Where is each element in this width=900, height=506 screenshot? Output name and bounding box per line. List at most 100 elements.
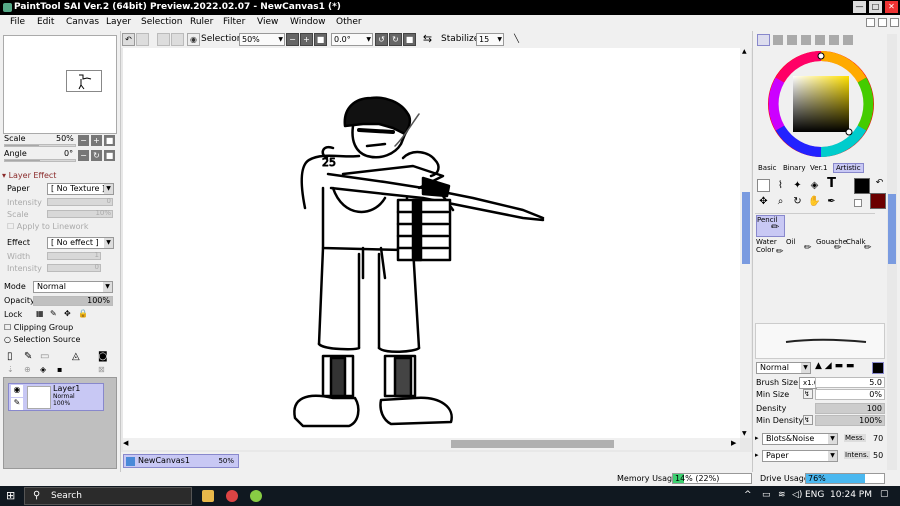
lasso-icon[interactable]: ⌇ — [774, 179, 787, 192]
bucket-icon[interactable]: ◈ — [808, 179, 821, 192]
pressure-size-icon[interactable]: ↯ — [803, 389, 813, 399]
new-layer-icon[interactable]: ▯ — [7, 351, 13, 362]
scroll-up-icon[interactable]: ▲ — [742, 48, 747, 55]
hand-icon[interactable]: ✋ — [808, 195, 821, 208]
line-tool-icon[interactable]: ╲ — [510, 33, 523, 46]
transfer-down-icon[interactable]: ⇣ — [7, 365, 14, 374]
mixer-mode-icon[interactable] — [843, 35, 853, 45]
panel-toggle-icon[interactable] — [878, 18, 887, 27]
brush-size-slider[interactable]: 5.0 — [815, 377, 885, 388]
right-panel-scrollbar[interactable] — [887, 34, 897, 470]
expand-arrow-icon[interactable]: ▸ — [755, 451, 759, 459]
navigator[interactable] — [3, 35, 117, 134]
color-tab-ver1[interactable]: Ver.1 — [810, 164, 827, 172]
swatch-mode-icon[interactable] — [801, 35, 811, 45]
color-tab-artistic[interactable]: Artistic — [833, 163, 864, 173]
angle-reset-button[interactable]: ■ — [104, 150, 115, 161]
palette-mode-icon[interactable] — [829, 35, 839, 45]
zoom-in-button[interactable]: + — [300, 33, 313, 46]
color-wheel-mode-icon[interactable] — [757, 34, 770, 46]
scale-plus-button[interactable]: + — [91, 135, 102, 146]
scroll-right-icon[interactable]: ▶ — [731, 439, 736, 447]
secondary-color-swatch[interactable] — [870, 193, 886, 209]
wifi-icon[interactable]: ≋ — [778, 490, 786, 500]
clock[interactable]: 10:24 PM — [830, 490, 872, 500]
min-size-slider[interactable]: 0% — [815, 389, 885, 400]
panel-toggle-icon[interactable] — [890, 18, 899, 27]
paper-texture-dropdown[interactable]: [ No Texture ] ▼ — [47, 183, 114, 195]
menu-layer[interactable]: Layer — [106, 17, 131, 27]
menu-file[interactable]: File — [10, 17, 25, 27]
language-indicator[interactable]: ENG — [805, 490, 824, 500]
texture-scale-slider[interactable]: 10% — [47, 209, 113, 218]
brush-blend-mode-dropdown[interactable]: Normal ▼ — [756, 362, 811, 374]
zoom-out-button[interactable]: − — [286, 33, 299, 46]
intensity-slider[interactable]: 0 — [47, 197, 113, 206]
paper-dropdown[interactable]: Paper ▼ — [762, 450, 838, 462]
network-icon[interactable]: ▭ — [762, 490, 771, 500]
primary-color-swatch[interactable] — [854, 178, 870, 194]
transparent-color-icon[interactable] — [854, 199, 862, 207]
rotation-dropdown[interactable]: 0.0° ▼ — [331, 33, 373, 46]
layer-mask-icon[interactable]: ◬ — [72, 351, 80, 362]
layer-effect-header[interactable]: ▾ Layer Effect — [2, 171, 56, 180]
windows-start-icon[interactable]: ⊞ — [6, 489, 15, 502]
fill-layer-icon[interactable]: ▪ — [57, 365, 62, 374]
scale-reset-button[interactable]: ■ — [104, 135, 115, 146]
merge-down-icon[interactable]: ⊕ — [24, 365, 31, 374]
rotate-ccw-button[interactable]: ↺ — [375, 33, 388, 46]
texture-dropdown[interactable]: Blots&Noise ▼ — [762, 433, 838, 445]
notification-icon[interactable]: ▢ — [880, 489, 889, 499]
rotate-cw-button[interactable]: ↻ — [389, 33, 402, 46]
rect-select-icon[interactable] — [757, 179, 770, 192]
brush-gouache[interactable]: Gouache ✏ — [816, 238, 847, 260]
minimize-button[interactable]: — — [853, 1, 866, 13]
menu-selection[interactable]: Selection — [141, 17, 182, 27]
painttool-sai-icon[interactable] — [250, 490, 262, 502]
taskbar-search[interactable]: ⚲ Search — [24, 487, 192, 505]
panel-toggle-icon[interactable] — [866, 18, 875, 27]
horizontal-scroll-thumb[interactable] — [451, 440, 614, 448]
swap-colors-icon[interactable]: ↶ — [873, 177, 886, 190]
blend-mode-dropdown[interactable]: Normal ▼ — [33, 281, 113, 293]
menu-canvas[interactable]: Canvas — [66, 17, 99, 27]
density-slider[interactable]: 100 — [815, 403, 885, 414]
tray-chevron-icon[interactable]: ^ — [744, 490, 752, 500]
drawing-canvas[interactable]: 25 — [123, 48, 740, 438]
volume-icon[interactable]: ◁) — [792, 490, 802, 500]
new-folder-icon[interactable]: ▭ — [40, 351, 49, 362]
zoom-dropdown[interactable]: 50% ▼ — [239, 33, 285, 46]
width-slider[interactable]: 1 — [47, 251, 101, 260]
selection-source-checkbox[interactable]: ○ Selection Source — [4, 335, 80, 344]
eye-icon[interactable]: ◉ — [187, 33, 200, 46]
menu-filter[interactable]: Filter — [223, 17, 245, 27]
layer-row[interactable]: ◉ ✎ Layer1 Normal 100% — [8, 383, 104, 411]
expand-arrow-icon[interactable]: ▸ — [755, 434, 759, 442]
vertical-scroll-thumb[interactable] — [742, 192, 750, 264]
opacity-slider[interactable]: 100% — [33, 296, 113, 306]
close-button[interactable]: ✕ — [885, 1, 898, 13]
scroll-down-icon[interactable]: ▼ — [742, 430, 747, 437]
menu-view[interactable]: View — [257, 17, 278, 27]
brush-shape-selected[interactable] — [872, 362, 884, 374]
menu-other[interactable]: Other — [336, 17, 362, 27]
texture-mess-value[interactable]: 70 — [873, 434, 883, 443]
scale-slider[interactable] — [4, 144, 76, 147]
color-wheel[interactable] — [766, 49, 876, 159]
undo-icon[interactable]: ↶ — [122, 33, 135, 46]
delete-layer-icon[interactable]: ◙ — [98, 351, 108, 362]
menu-ruler[interactable]: Ruler — [190, 17, 213, 27]
magic-wand-icon[interactable]: ✦ — [791, 179, 804, 192]
angle-minus-button[interactable]: − — [78, 150, 89, 161]
scratchpad-mode-icon[interactable] — [815, 35, 825, 45]
rotate-reset-button[interactable]: ■ — [403, 33, 416, 46]
text-tool-icon[interactable]: T — [825, 177, 838, 190]
lock-move-icon[interactable]: ✥ — [64, 309, 71, 318]
layer-edit-icon[interactable]: ✎ — [11, 398, 23, 410]
brush-oil[interactable]: Oil ✏ — [786, 238, 815, 260]
menu-edit[interactable]: Edit — [37, 17, 54, 27]
zoom-reset-button[interactable]: ■ — [314, 33, 327, 46]
brush-pencil[interactable]: Pencil ✏ — [756, 215, 785, 237]
color-tab-binary[interactable]: Binary — [783, 164, 806, 172]
brush-shape-icon[interactable]: ▲ ◢ ▬ ▬ — [815, 361, 854, 371]
